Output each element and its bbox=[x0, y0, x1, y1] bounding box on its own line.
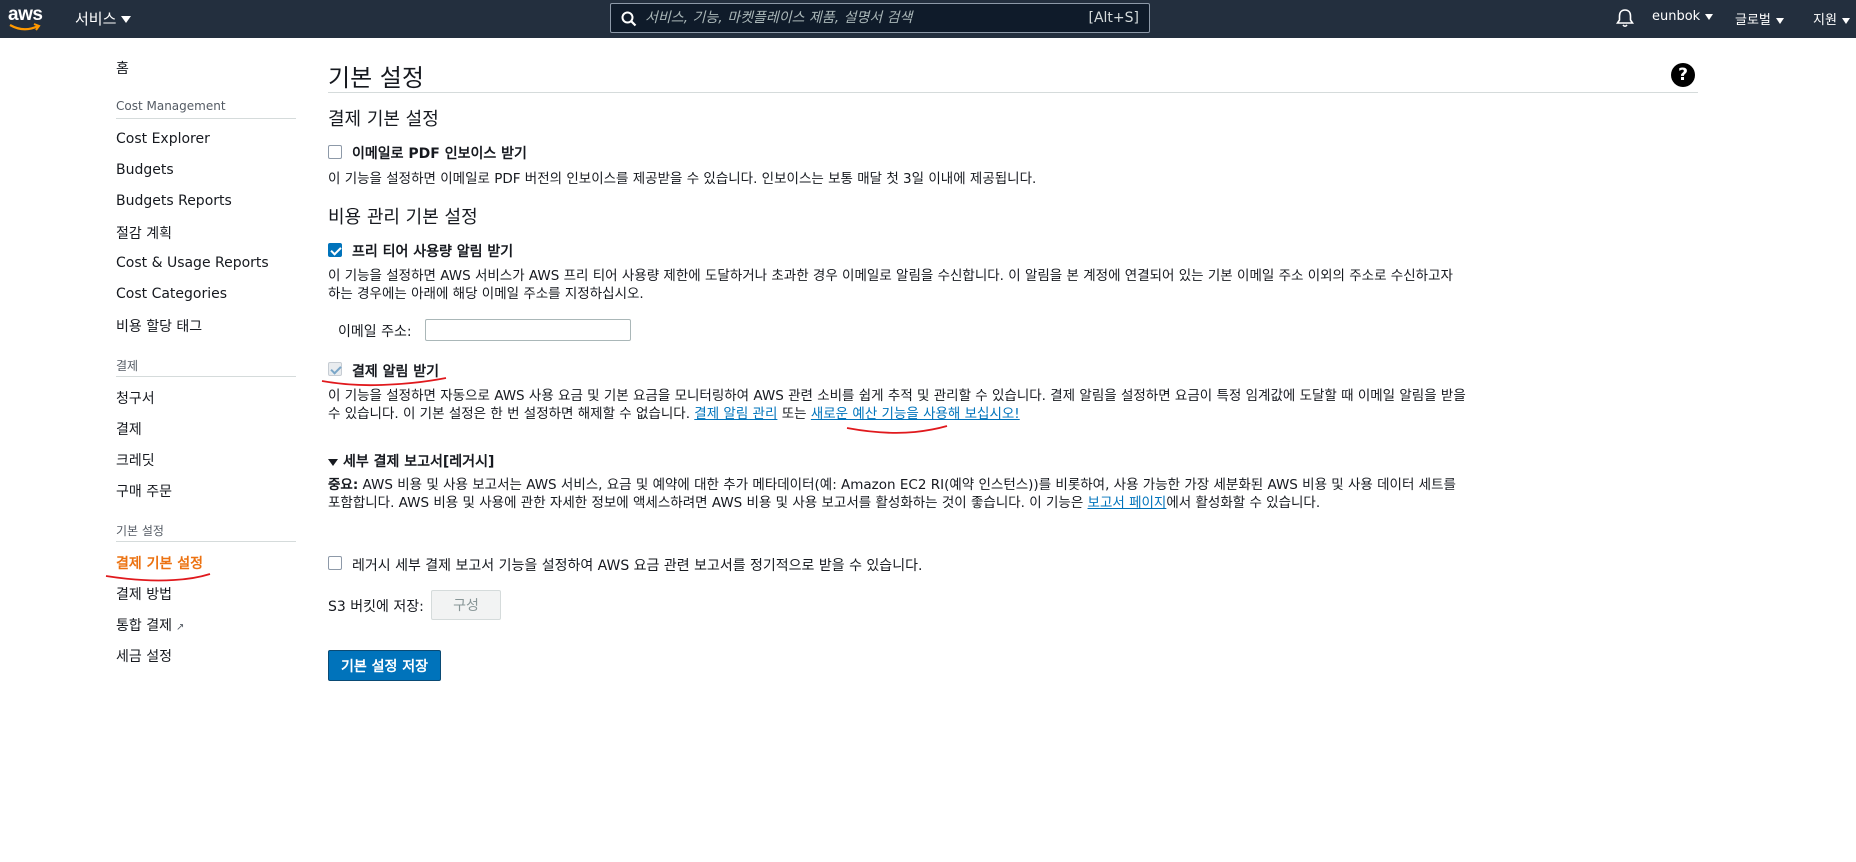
legacy-reports-label: 레거시 세부 결제 보고서 기능을 설정하여 AWS 요금 관련 보고서를 정기… bbox=[352, 558, 923, 574]
cost-management-section-title: 비용 관리 기본 설정 bbox=[328, 207, 478, 228]
email-address-label: 이메일 주소: bbox=[338, 324, 412, 340]
sidebar-item-tax-settings[interactable]: 세금 설정 bbox=[116, 646, 172, 666]
important-label: 중요: bbox=[328, 477, 359, 493]
sidebar-item-purchase-orders[interactable]: 구매 주문 bbox=[116, 481, 172, 501]
detailed-billing-reports-text-end: 에서 활성화할 수 있습니다. bbox=[1166, 495, 1321, 511]
sidebar-item-cost-categories[interactable]: Cost Categories bbox=[116, 286, 227, 302]
reports-page-link[interactable]: 보고서 페이지 bbox=[1088, 495, 1167, 511]
configure-button[interactable]: 구성 bbox=[431, 590, 501, 620]
sidebar-item-credits[interactable]: 크레딧 bbox=[116, 450, 155, 470]
chevron-down-icon bbox=[1775, 17, 1784, 24]
billing-alerts-checkbox[interactable] bbox=[328, 362, 342, 376]
detailed-billing-reports-title: 세부 결제 보고서[레거시] bbox=[343, 454, 495, 470]
sidebar-item-budgets[interactable]: Budgets bbox=[116, 162, 174, 178]
detailed-billing-reports-description: 중요: AWS 비용 및 사용 보고서는 AWS 서비스, 요금 및 예약에 대… bbox=[328, 476, 1468, 512]
search-box[interactable]: [Alt+S] bbox=[610, 3, 1150, 33]
help-icon[interactable]: ? bbox=[1671, 63, 1695, 87]
sidebar-item-label: 통합 결제 bbox=[116, 618, 172, 634]
page-title: 기본 설정 bbox=[328, 64, 424, 92]
caret-down-icon bbox=[328, 458, 338, 466]
sidebar-item-home[interactable]: 홈 bbox=[116, 58, 129, 78]
billing-preferences-section-title: 결제 기본 설정 bbox=[328, 109, 439, 130]
annotation-underline bbox=[105, 573, 211, 582]
external-link-icon: ↗ bbox=[175, 622, 185, 633]
region-label: 글로벌 bbox=[1735, 13, 1771, 28]
search-input[interactable] bbox=[645, 7, 1065, 29]
detailed-billing-reports-toggle[interactable]: 세부 결제 보고서[레거시] bbox=[328, 451, 494, 471]
pdf-invoice-label: 이메일로 PDF 인보이스 받기 bbox=[352, 146, 527, 162]
search-icon bbox=[621, 11, 637, 27]
chevron-down-icon bbox=[1841, 17, 1850, 24]
user-label: eunbok bbox=[1652, 9, 1701, 24]
save-preferences-button[interactable]: 기본 설정 저장 bbox=[328, 650, 442, 681]
sidebar-item-cost-explorer[interactable]: Cost Explorer bbox=[116, 131, 210, 147]
sidebar-item-billing-preferences[interactable]: 결제 기본 설정 bbox=[116, 553, 203, 573]
bell-icon[interactable] bbox=[1616, 8, 1634, 28]
free-tier-alert-description: 이 기능을 설정하면 AWS 서비스가 AWS 프리 티어 사용량 제한에 도달… bbox=[328, 268, 1453, 302]
manage-billing-alerts-link[interactable]: 결제 알림 관리 bbox=[694, 406, 777, 422]
title-divider bbox=[328, 92, 1698, 93]
aws-smile-icon bbox=[9, 23, 41, 31]
region-menu[interactable]: 글로벌 bbox=[1735, 9, 1784, 28]
sidebar-item-cost-usage-reports[interactable]: Cost & Usage Reports bbox=[116, 255, 269, 271]
free-tier-alert-label: 프리 티어 사용량 알림 받기 bbox=[352, 244, 514, 260]
sidebar-item-bills[interactable]: 청구서 bbox=[116, 388, 155, 408]
sidebar-item-payments[interactable]: 결제 bbox=[116, 419, 142, 439]
sidebar-divider bbox=[116, 376, 296, 377]
pdf-invoice-description: 이 기능을 설정하면 이메일로 PDF 버전의 인보이스를 제공받을 수 있습니… bbox=[328, 171, 1037, 187]
sidebar-item-payment-methods[interactable]: 결제 방법 bbox=[116, 584, 172, 604]
try-budgets-link[interactable]: 새로운 예산 기능을 사용해 보십시오! bbox=[811, 406, 1020, 422]
sidebar-item-consolidated-billing[interactable]: 통합 결제 ↗ bbox=[116, 615, 184, 635]
sidebar-item-savings-plans[interactable]: 절감 계획 bbox=[116, 223, 172, 243]
support-label: 지원 bbox=[1813, 13, 1837, 28]
sidebar-heading-cost-management: Cost Management bbox=[116, 99, 226, 113]
free-tier-alert-checkbox[interactable] bbox=[328, 243, 342, 257]
annotation-underline bbox=[846, 425, 948, 434]
chevron-down-icon bbox=[121, 16, 132, 23]
sidebar-item-cost-allocation-tags[interactable]: 비용 할당 태그 bbox=[116, 316, 202, 336]
billing-alerts-description: 이 기능을 설정하면 자동으로 AWS 사용 요금 및 기본 요금을 모니터링하… bbox=[328, 387, 1468, 423]
search-shortcut: [Alt+S] bbox=[1088, 10, 1140, 26]
billing-alerts-label: 결제 알림 받기 bbox=[352, 364, 440, 380]
user-menu[interactable]: eunbok bbox=[1652, 9, 1714, 24]
legacy-reports-checkbox[interactable] bbox=[328, 556, 342, 570]
sidebar-heading-billing: 결제 bbox=[116, 359, 139, 373]
services-label: 서비스 bbox=[75, 10, 117, 28]
sidebar-item-budgets-reports[interactable]: Budgets Reports bbox=[116, 193, 232, 209]
aws-logo[interactable]: aws bbox=[8, 4, 48, 34]
top-navigation-bar: aws 서비스 [Alt+S] eunbok 글로벌 지원 bbox=[0, 0, 1856, 38]
sidebar-divider bbox=[116, 118, 296, 119]
or-text: 또는 bbox=[781, 406, 807, 422]
s3-bucket-label: S3 버킷에 저장: bbox=[328, 599, 424, 615]
chevron-down-icon bbox=[1705, 13, 1714, 20]
pdf-invoice-checkbox[interactable] bbox=[328, 145, 342, 159]
services-menu[interactable]: 서비스 bbox=[75, 8, 132, 29]
sidebar-heading-preferences: 기본 설정 bbox=[116, 524, 164, 538]
sidebar-divider bbox=[116, 541, 296, 542]
support-menu[interactable]: 지원 bbox=[1813, 9, 1850, 28]
email-address-input[interactable] bbox=[425, 319, 631, 341]
